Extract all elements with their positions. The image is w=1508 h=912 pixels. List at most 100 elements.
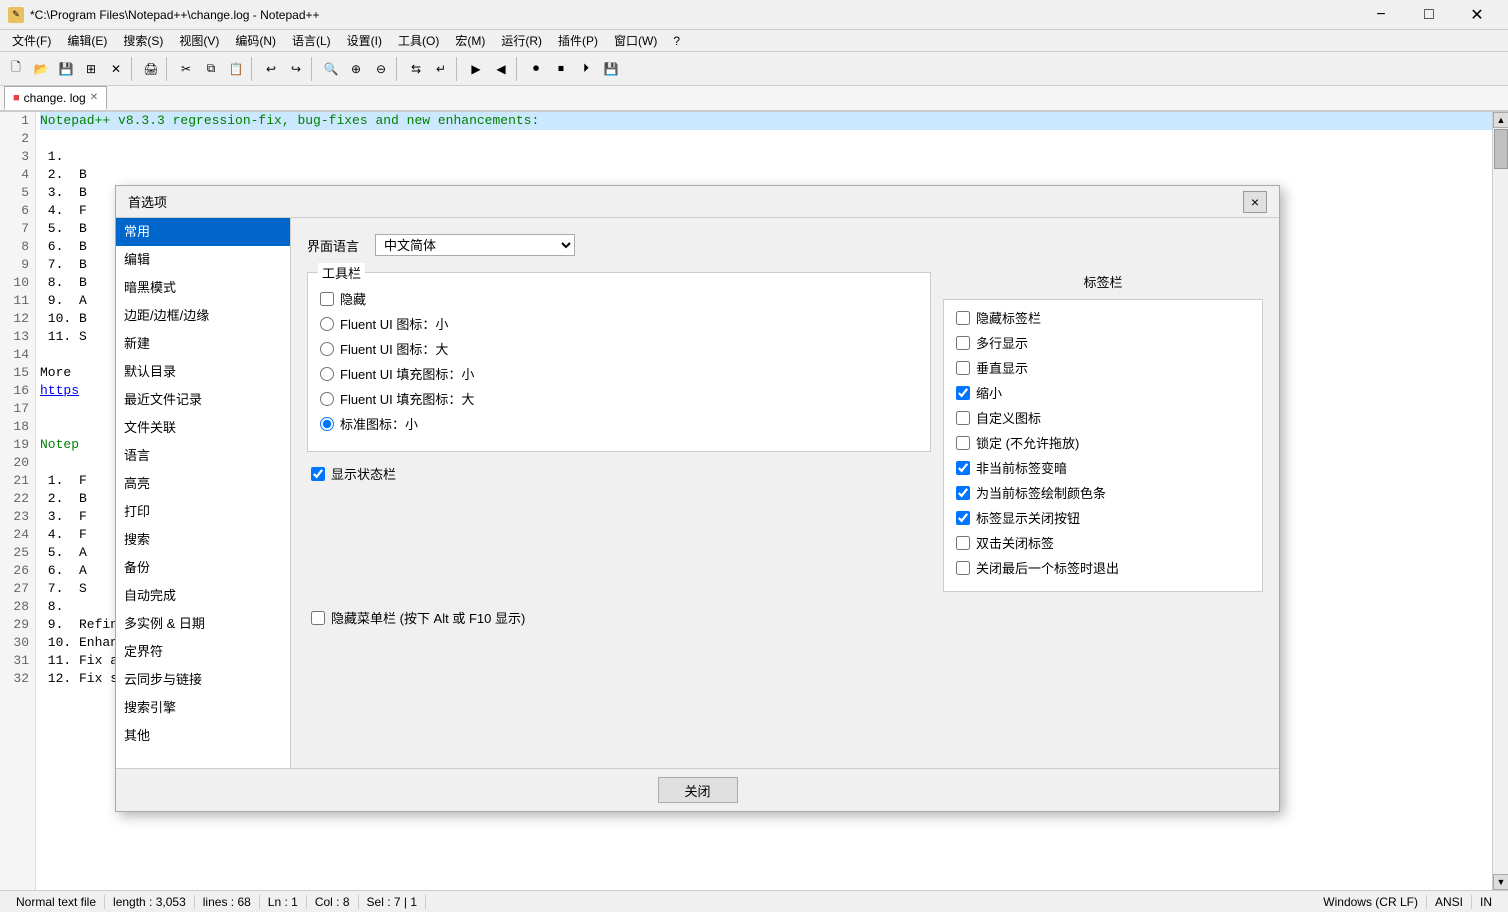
menu-window[interactable]: 窗口(W) — [606, 30, 665, 51]
maximize-button[interactable]: □ — [1406, 0, 1452, 30]
cat-item-general[interactable]: 常用 — [116, 218, 290, 246]
menu-file[interactable]: 文件(F) — [4, 30, 59, 51]
left-col: 工具栏 隐藏 Fluent UI 图标：小 — [307, 272, 931, 592]
tb-zoom-out[interactable]: ⊖ — [369, 57, 393, 81]
cat-item-default-dir[interactable]: 默认目录 — [116, 358, 290, 386]
scroll-down-arrow[interactable]: ▼ — [1493, 874, 1508, 890]
cat-item-highlight[interactable]: 高亮 — [116, 470, 290, 498]
tb-outdent[interactable]: ◀ — [489, 57, 513, 81]
tb-find[interactable]: 🔍 — [319, 57, 343, 81]
menu-search[interactable]: 搜索(S) — [115, 30, 171, 51]
tabbar-dblclose-checkbox[interactable] — [956, 536, 970, 550]
tabbar-lock-label: 锁定 (不允许拖放) — [976, 433, 1079, 452]
cat-item-print[interactable]: 打印 — [116, 498, 290, 526]
titlebar: ✎ *C:\Program Files\Notepad++\change.log… — [0, 0, 1508, 30]
tb-print[interactable]: 🖨 — [139, 57, 163, 81]
toolbar-fluent-fill-large-radio[interactable] — [320, 392, 334, 406]
tabbar-closebtn-checkbox[interactable] — [956, 511, 970, 525]
tb-close[interactable]: ✕ — [104, 57, 128, 81]
cat-item-searchengine[interactable]: 搜索引擎 — [116, 694, 290, 722]
scroll-thumb[interactable] — [1494, 129, 1508, 169]
statusbar-checkbox[interactable] — [311, 467, 325, 481]
cat-item-margin[interactable]: 边距/边框/边缘 — [116, 302, 290, 330]
cat-item-search[interactable]: 搜索 — [116, 526, 290, 554]
status-lines: lines : 68 — [195, 895, 260, 909]
tabbar-dim-checkbox[interactable] — [956, 461, 970, 475]
tab-close-icon[interactable]: ✕ — [90, 92, 98, 103]
menu-language[interactable]: 语言(L) — [284, 30, 339, 51]
menu-run[interactable]: 运行(R) — [493, 30, 550, 51]
lang-select[interactable]: 中文简体 English Français Deutsch — [375, 234, 575, 256]
menu-settings[interactable]: 设置(I) — [339, 30, 390, 51]
tb-sep-5 — [396, 57, 401, 81]
cat-item-delimiter[interactable]: 定界符 — [116, 638, 290, 666]
cat-item-backup[interactable]: 备份 — [116, 554, 290, 582]
menu-macro[interactable]: 宏(M) — [447, 30, 493, 51]
scroll-up-arrow[interactable]: ▲ — [1493, 112, 1508, 128]
tb-paste[interactable]: 📋 — [224, 57, 248, 81]
tb-cut[interactable]: ✂ — [174, 57, 198, 81]
menu-help[interactable]: ? — [665, 32, 688, 50]
cat-item-new[interactable]: 新建 — [116, 330, 290, 358]
tabbar-vertical-checkbox[interactable] — [956, 361, 970, 375]
tb-sync[interactable]: ⇆ — [404, 57, 428, 81]
tb-zoom-in[interactable]: ⊕ — [344, 57, 368, 81]
tb-save-all[interactable]: ⊞ — [79, 57, 103, 81]
toolbar-standard-small-radio[interactable] — [320, 417, 334, 431]
window-controls: − □ ✕ — [1358, 0, 1500, 30]
tb-open[interactable]: 📂 — [29, 57, 53, 81]
cat-item-language[interactable]: 语言 — [116, 442, 290, 470]
tb-macro-rec[interactable]: ⏺ — [524, 57, 548, 81]
status-line-ending: Windows (CR LF) — [1315, 895, 1427, 909]
right-panel: 界面语言 中文简体 English Français Deutsch 工具栏 — [291, 218, 1279, 768]
tb-indent[interactable]: ▶ — [464, 57, 488, 81]
cat-item-autocomplete[interactable]: 自动完成 — [116, 582, 290, 610]
menu-view[interactable]: 视图(V) — [171, 30, 227, 51]
tb-copy[interactable]: ⧉ — [199, 57, 223, 81]
vertical-scrollbar[interactable]: ▲ ▼ — [1492, 112, 1508, 890]
tabbar-dblclose-label: 双击关闭标签 — [976, 533, 1054, 552]
toolbar-fluent-fill-small-radio[interactable] — [320, 367, 334, 381]
menubar-hide-checkbox[interactable] — [311, 611, 325, 625]
tabbar-color-checkbox[interactable] — [956, 486, 970, 500]
toolbar-fluent-small-radio[interactable] — [320, 317, 334, 331]
cat-item-other[interactable]: 其他 — [116, 722, 290, 750]
tabbar-vertical-row: 垂直显示 — [956, 358, 1250, 377]
tb-sep-7 — [516, 57, 521, 81]
close-button[interactable]: ✕ — [1454, 0, 1500, 30]
tabbar-lock-checkbox[interactable] — [956, 436, 970, 450]
toolbar-radio-4: Fluent UI 填充图标：大 — [320, 389, 918, 408]
cat-item-cloud[interactable]: 云同步与链接 — [116, 666, 290, 694]
tb-macro-stop[interactable]: ⏹ — [549, 57, 573, 81]
toolbar-fluent-large-radio[interactable] — [320, 342, 334, 356]
status-ins: IN — [1472, 895, 1500, 909]
tabbar-custom-icon-checkbox[interactable] — [956, 411, 970, 425]
menu-tools[interactable]: 工具(O) — [390, 30, 447, 51]
tabbar-small-checkbox[interactable] — [956, 386, 970, 400]
tb-redo[interactable]: ↪ — [284, 57, 308, 81]
menu-encoding[interactable]: 编码(N) — [227, 30, 284, 51]
tabbar-hide-checkbox[interactable] — [956, 311, 970, 325]
toolbar-section-title: 工具栏 — [318, 263, 365, 282]
cat-item-multiinst[interactable]: 多实例 & 日期 — [116, 610, 290, 638]
tabbar-exitlast-checkbox[interactable] — [956, 561, 970, 575]
dialog-footer-close-button[interactable]: 关闭 — [658, 777, 738, 803]
tb-new[interactable]: 🗋 — [4, 57, 28, 81]
tb-wrap[interactable]: ↵ — [429, 57, 453, 81]
minimize-button[interactable]: − — [1358, 0, 1404, 30]
menu-plugins[interactable]: 插件(P) — [550, 30, 606, 51]
tb-save[interactable]: 💾 — [54, 57, 78, 81]
tabbar-multiline-checkbox[interactable] — [956, 336, 970, 350]
tab-changelog[interactable]: ■ change. log ✕ — [4, 86, 107, 110]
cat-item-file-assoc[interactable]: 文件关联 — [116, 414, 290, 442]
cat-item-edit[interactable]: 编辑 — [116, 246, 290, 274]
cat-item-dark[interactable]: 暗黑模式 — [116, 274, 290, 302]
tb-macro-play[interactable]: ⏵ — [574, 57, 598, 81]
editor-line-4: 2. B — [40, 166, 1504, 184]
dialog-close-button[interactable]: × — [1243, 191, 1267, 213]
toolbar-hide-checkbox[interactable] — [320, 292, 334, 306]
tb-macro-save[interactable]: 💾 — [599, 57, 623, 81]
cat-item-recent-files[interactable]: 最近文件记录 — [116, 386, 290, 414]
menu-edit[interactable]: 编辑(E) — [59, 30, 115, 51]
tb-undo[interactable]: ↩ — [259, 57, 283, 81]
